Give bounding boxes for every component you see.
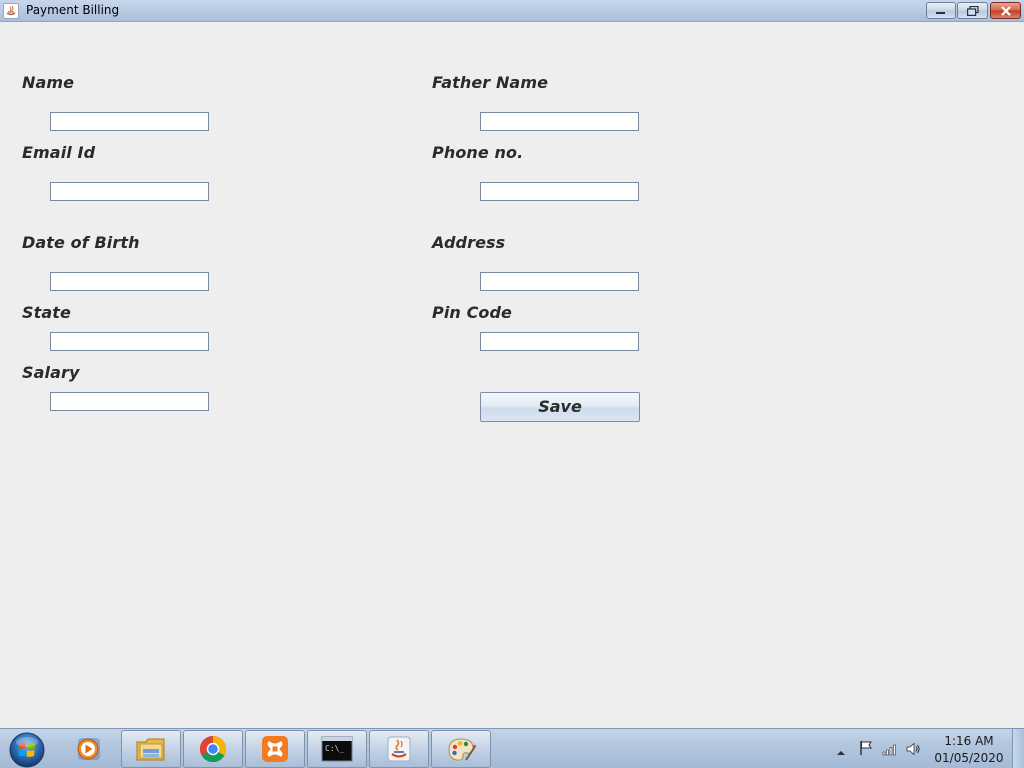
- address-label: Address: [432, 233, 506, 252]
- father-name-label: Father Name: [432, 73, 549, 92]
- father-name-input[interactable]: [480, 112, 639, 131]
- minimize-icon: [936, 11, 945, 14]
- java-icon: [387, 736, 411, 762]
- show-desktop-button[interactable]: [1012, 729, 1024, 768]
- cmd-glyph: C:\_: [325, 744, 344, 753]
- taskbar-paint[interactable]: [431, 730, 491, 768]
- phone-no-input[interactable]: [480, 182, 639, 201]
- chrome-icon: [199, 735, 227, 763]
- start-button[interactable]: [7, 730, 47, 768]
- show-hidden-icons-icon[interactable]: [836, 743, 846, 762]
- salary-input[interactable]: [50, 392, 209, 411]
- address-input[interactable]: [480, 272, 639, 291]
- close-button[interactable]: [990, 2, 1021, 19]
- clock-date: 01/05/2020: [934, 751, 1004, 765]
- title-bar[interactable]: Payment Billing: [0, 0, 1024, 22]
- taskbar-chrome[interactable]: [183, 730, 243, 768]
- taskbar: C:\_ 1:16 AM 01/05/2020: [0, 728, 1024, 768]
- action-center-flag-icon[interactable]: [858, 740, 874, 760]
- windows-media-player-icon: [77, 738, 100, 760]
- pin-code-label: Pin Code: [432, 303, 513, 322]
- save-button[interactable]: Save: [480, 392, 640, 422]
- minimize-button[interactable]: [926, 2, 956, 19]
- file-explorer-icon: [136, 738, 165, 761]
- windows-start-icon: [9, 732, 45, 768]
- state-input[interactable]: [50, 332, 209, 351]
- java-icon[interactable]: [3, 3, 19, 19]
- taskbar-media-player[interactable]: [58, 730, 118, 768]
- phone-no-label: Phone no.: [432, 143, 524, 162]
- taskbar-file-explorer[interactable]: [121, 730, 181, 768]
- taskbar-xampp[interactable]: [245, 730, 305, 768]
- email-id-input[interactable]: [50, 182, 209, 201]
- email-id-label: Email Id: [22, 143, 96, 162]
- date-of-birth-input[interactable]: [50, 272, 209, 291]
- paint-icon: [448, 738, 477, 761]
- pin-code-input[interactable]: [480, 332, 639, 351]
- salary-label: Salary: [22, 363, 80, 382]
- clock-time: 1:16 AM: [944, 734, 994, 748]
- command-prompt-icon: C:\_: [321, 736, 353, 762]
- window-title: Payment Billing: [26, 3, 120, 17]
- restore-button[interactable]: [957, 2, 988, 19]
- name-label: Name: [22, 73, 75, 92]
- xampp-icon: [262, 736, 288, 762]
- state-label: State: [22, 303, 71, 322]
- taskbar-java[interactable]: [369, 730, 429, 768]
- date-of-birth-label: Date of Birth: [22, 233, 140, 252]
- volume-icon[interactable]: [906, 741, 922, 760]
- close-icon: [1000, 5, 1011, 16]
- restore-icon: [966, 5, 979, 16]
- name-input[interactable]: [50, 112, 209, 131]
- taskbar-command-prompt[interactable]: C:\_: [307, 730, 367, 768]
- network-signal-icon[interactable]: [882, 741, 898, 760]
